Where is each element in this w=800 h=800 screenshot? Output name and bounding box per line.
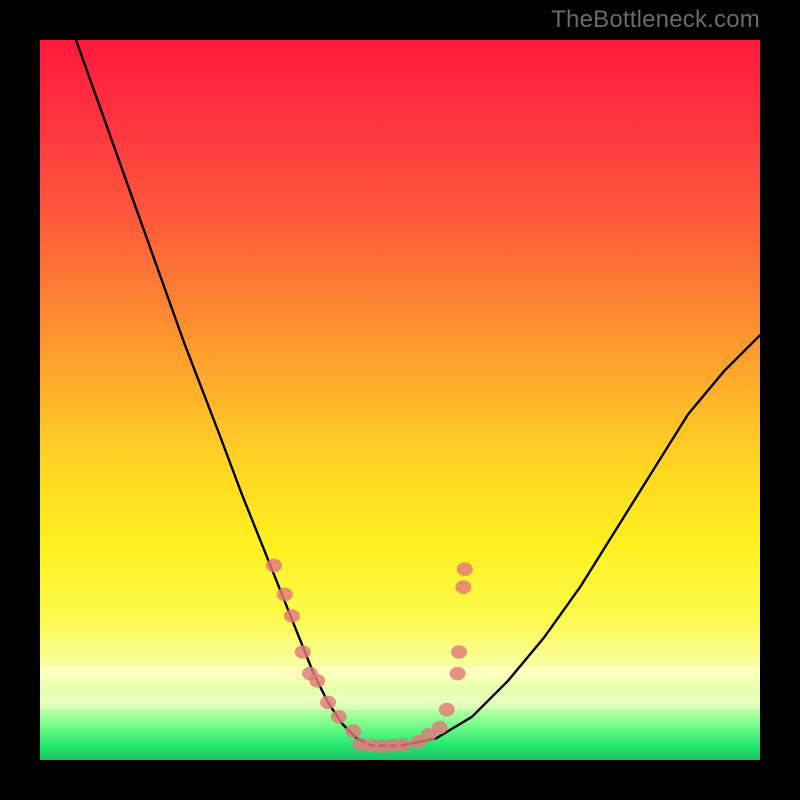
- data-dot: [320, 696, 336, 710]
- chart-frame: TheBottleneck.com: [0, 0, 800, 800]
- data-dot: [451, 645, 467, 659]
- data-dot: [345, 724, 361, 738]
- data-dot: [295, 645, 311, 659]
- data-dot: [450, 667, 466, 681]
- bottleneck-curve: [76, 40, 760, 746]
- chart-svg: [40, 40, 760, 760]
- plot-area: [40, 40, 760, 760]
- data-dot: [277, 588, 293, 602]
- data-dot: [455, 580, 471, 594]
- data-dot: [396, 738, 412, 752]
- watermark-text: TheBottleneck.com: [551, 6, 760, 34]
- data-dot: [284, 609, 300, 623]
- data-dot: [432, 721, 448, 735]
- data-dots: [266, 559, 473, 753]
- data-dot: [457, 562, 473, 576]
- data-dot: [266, 559, 282, 573]
- data-dot: [439, 703, 455, 717]
- data-dot: [331, 710, 347, 724]
- data-dot: [309, 674, 325, 688]
